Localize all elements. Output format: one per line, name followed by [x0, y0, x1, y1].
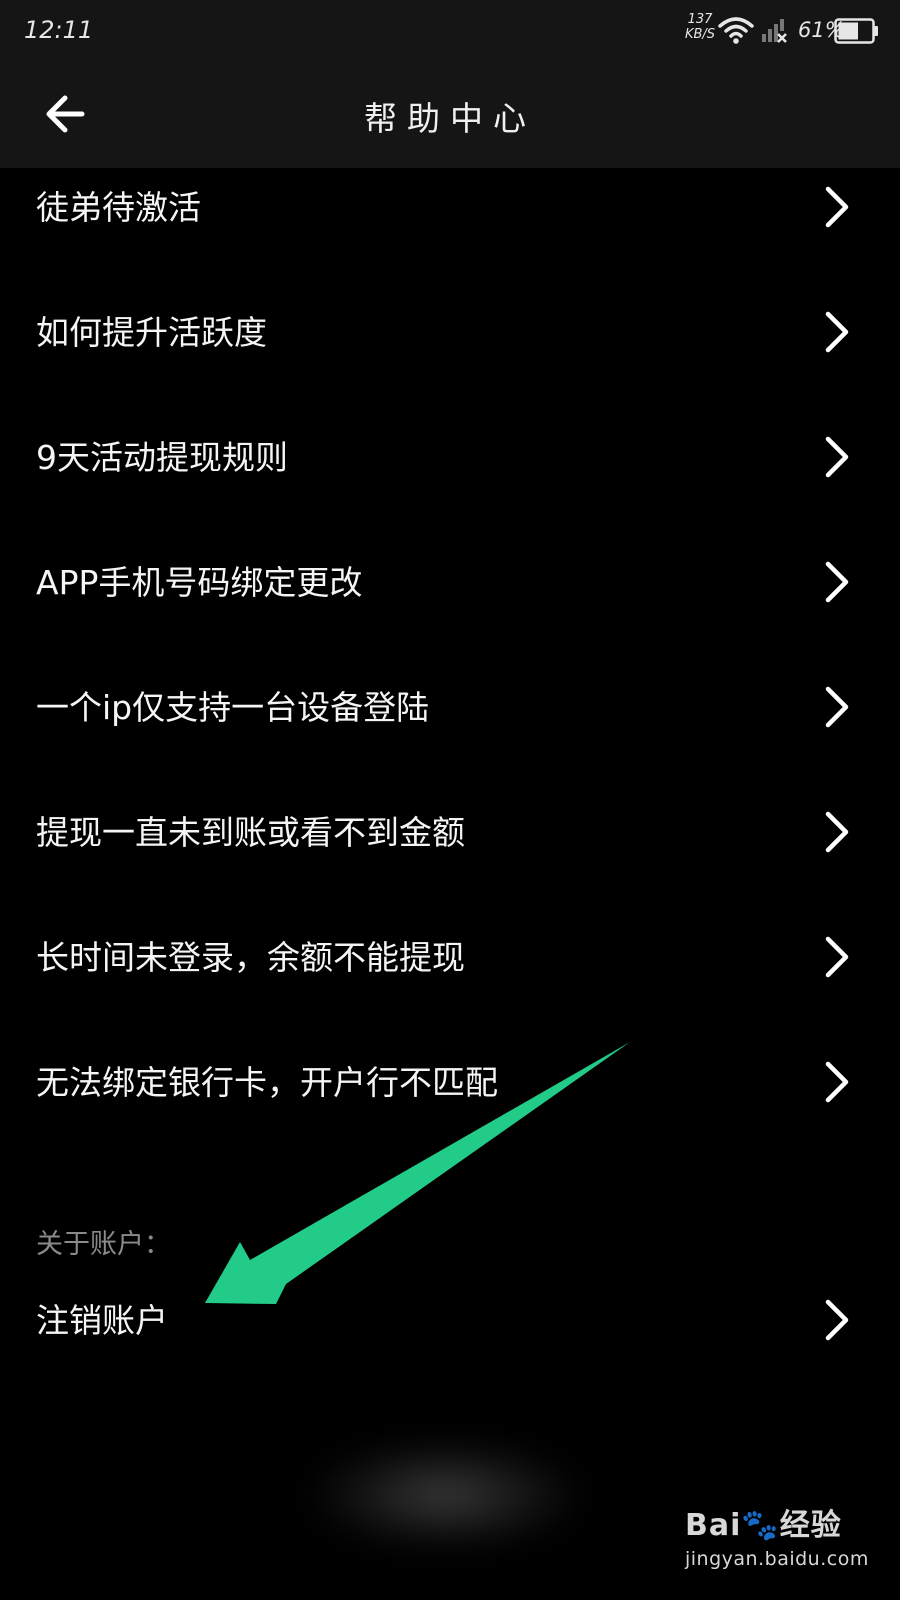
- chevron-right-icon: [822, 435, 852, 483]
- chevron-right-icon: [822, 935, 852, 983]
- chevron-right-icon: [822, 185, 852, 233]
- status-time: 12:11: [24, 16, 94, 44]
- help-item[interactable]: 徒弟待激活: [0, 145, 900, 270]
- chevron-right-icon: [822, 1298, 852, 1346]
- chevron-right-icon: [822, 685, 852, 733]
- help-item[interactable]: 无法绑定银行卡，开户行不匹配: [0, 1020, 900, 1145]
- help-item-label: 无法绑定银行卡，开户行不匹配: [36, 1063, 498, 1102]
- help-item[interactable]: 如何提升活跃度: [0, 270, 900, 395]
- chevron-right-icon: [822, 560, 852, 608]
- watermark-logo: Bai🐾经验: [685, 1508, 842, 1543]
- network-speed-unit: KB/S: [684, 27, 716, 42]
- network-speed-value: 137: [687, 12, 713, 27]
- baidu-jingyan-watermark: Bai🐾经验 jingyan.baidu.com: [685, 1500, 885, 1570]
- help-item-label: 提现一直未到账或看不到金额: [36, 813, 465, 852]
- help-item[interactable]: APP手机号码绑定更改: [0, 520, 900, 645]
- help-item[interactable]: 一个ip仅支持一台设备登陆: [0, 645, 900, 770]
- help-item-label: 长时间未登录，余额不能提现: [36, 938, 465, 977]
- help-item[interactable]: 长时间未登录，余额不能提现: [0, 895, 900, 1020]
- signal-icon: [760, 18, 790, 48]
- help-item-label: 9天活动提现规则: [36, 438, 288, 477]
- chevron-right-icon: [822, 810, 852, 858]
- help-item-label: 一个ip仅支持一台设备登陆: [36, 688, 430, 727]
- help-item-label: 徒弟待激活: [36, 188, 201, 227]
- help-item[interactable]: 9天活动提现规则: [0, 395, 900, 520]
- network-speed: 137 KB/S: [680, 12, 720, 42]
- help-item-label: APP手机号码绑定更改: [36, 563, 363, 602]
- cancel-account-label: 注销账户: [36, 1301, 168, 1340]
- help-item[interactable]: 提现一直未到账或看不到金额: [0, 770, 900, 895]
- wifi-icon: [718, 16, 754, 48]
- cancel-account-item[interactable]: 注销账户: [0, 1264, 900, 1389]
- account-section-label: 关于账户：: [36, 1229, 171, 1260]
- chevron-right-icon: [822, 1060, 852, 1108]
- chevron-right-icon: [822, 310, 852, 358]
- page-title: 帮助中心: [364, 99, 536, 138]
- help-item-label: 如何提升活跃度: [36, 313, 267, 352]
- battery-icon: [834, 18, 880, 48]
- help-list: 徒弟待激活 如何提升活跃度 9天活动提现规则 APP手机号码绑定更改 一个ip仅…: [0, 145, 900, 1145]
- status-bar: 12:11 137 KB/S 61%: [0, 0, 900, 62]
- watermark-url: jingyan.baidu.com: [685, 1548, 869, 1570]
- blurred-redaction: [310, 1440, 580, 1550]
